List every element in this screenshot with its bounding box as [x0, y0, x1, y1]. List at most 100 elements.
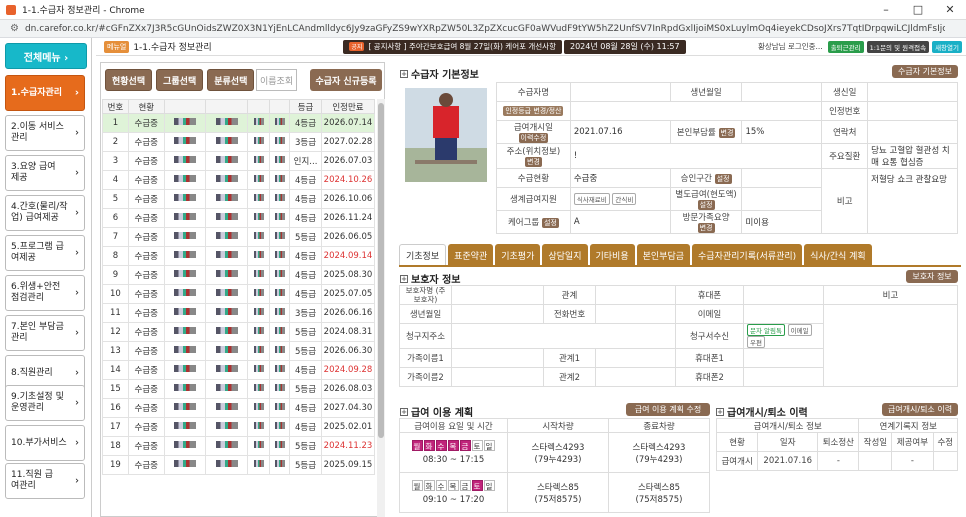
table-row[interactable]: 12 수급중 5등급 2024.08.31 [102, 322, 376, 342]
special-set-button[interactable]: 설정 [697, 200, 715, 210]
table-row[interactable]: 13 수급중 5등급 2026.06.30 [102, 341, 376, 361]
day-toggle[interactable]: 수 [435, 480, 447, 491]
approve-set-button[interactable]: 설정 [714, 174, 732, 184]
new-window-button[interactable]: 새창열기 [932, 40, 962, 53]
tab-assessment[interactable]: 기초평가 [495, 244, 541, 266]
col-status: 현황 [127, 99, 165, 114]
sidebar-item-patient[interactable]: 1.수급자관리 › [5, 75, 85, 111]
table-row[interactable]: 19 수급중 5등급 2025.09.15 [102, 455, 376, 475]
tab-records[interactable]: 수급자관리기록(서류관리) [692, 244, 803, 266]
history-modify-button[interactable]: 이력수정 [518, 133, 549, 143]
list-scrollbar[interactable] [377, 99, 385, 517]
redacted-mark [274, 289, 285, 296]
detail-tabs: 기초정보 표준약관 기초평가 상담일지 기타비용 본인부담금 수급자관리기록(서… [399, 244, 872, 266]
meal-cost-button[interactable]: 식사재료비 [573, 193, 610, 205]
day-toggle[interactable]: 토 [471, 480, 483, 491]
table-row[interactable]: 6 수급중 4등급 2026.11.24 [102, 208, 376, 228]
manual-badge[interactable]: 메뉴얼 [104, 40, 130, 53]
sidebar-item-nursing[interactable]: 4.간호(물리/작업) 급여제공 › [5, 195, 85, 231]
day-toggle[interactable]: 일 [483, 480, 495, 491]
history-edit[interactable] [932, 451, 959, 471]
table-row[interactable]: 2 수급중 3등급 2027.02.28 [102, 132, 376, 152]
guardian-info-button[interactable]: 보호자 정보 [906, 270, 958, 283]
table-row[interactable]: 10 수급중 4등급 2025.07.05 [102, 284, 376, 304]
maximize-icon[interactable]: □ [902, 0, 934, 20]
site-info-icon[interactable]: ⚙ [10, 23, 19, 34]
sidebar-item-extra[interactable]: 10.부가서비스 › [5, 425, 85, 461]
scrollbar-thumb[interactable] [378, 103, 384, 438]
table-row[interactable]: 15 수급중 5등급 2026.08.03 [102, 379, 376, 399]
detail-panel: + 수급자 기본정보 수급자 기본정보 수급자명 생년월일 생신일 인정등급 변경… [396, 62, 962, 517]
cert-change-button[interactable]: 인정등급 변경/정산 [503, 106, 564, 116]
redacted-mark [215, 327, 238, 334]
group-filter-button[interactable]: 그룹선택 [156, 69, 204, 91]
snack-cost-button[interactable]: 간식비 [612, 193, 637, 205]
new-patient-button[interactable]: 수급자 신규등록 [310, 69, 382, 91]
tab-meal-plan[interactable]: 식사/간식 계획 [804, 244, 872, 266]
day-toggle[interactable]: 목 [447, 480, 459, 491]
table-row[interactable]: 9 수급중 4등급 2025.08.30 [102, 265, 376, 285]
sidebar-item-settings[interactable]: 9.기초설정 및 운영관리 › [5, 385, 85, 421]
day-toggle[interactable]: 일 [483, 440, 495, 451]
tab-copay[interactable]: 본인부담금 [636, 244, 691, 266]
day-toggle[interactable]: 수 [435, 440, 447, 451]
email-option[interactable]: 이메일 [787, 324, 812, 336]
table-row[interactable]: 16 수급중 4등급 2027.04.30 [102, 398, 376, 418]
family2-name-value [451, 367, 544, 387]
close-icon[interactable]: ✕ [934, 0, 966, 20]
plan-edit-button[interactable]: 급여 이용 계획 수정 [626, 403, 710, 416]
table-row[interactable]: 17 수급중 4등급 2025.02.01 [102, 417, 376, 437]
table-row[interactable]: 11 수급중 3등급 2026.06.16 [102, 303, 376, 323]
table-row[interactable]: 14 수급중 4등급 2024.09.28 [102, 360, 376, 380]
sidebar-item-transport[interactable]: 2.이동 서비스관리 › [5, 115, 85, 151]
support-button[interactable]: 1:1문의 및 원격접속 [866, 40, 930, 53]
category-filter-button[interactable]: 분류선택 [207, 69, 255, 91]
sidebar-item-care[interactable]: 3.요양 급여제공 › [5, 155, 85, 191]
table-row[interactable]: 1 수급중 4등급 2026.07.14 [102, 113, 376, 133]
day-toggle[interactable]: 목 [447, 440, 459, 451]
table-row[interactable]: 7 수급중 5등급 2026.06.05 [102, 227, 376, 247]
copay-change-button[interactable]: 변경 [718, 128, 736, 138]
sidebar-item-payroll[interactable]: 11.직원 급여관리 › [5, 463, 85, 499]
day-toggle[interactable]: 금 [459, 440, 471, 451]
table-row[interactable]: 4 수급중 4등급 2024.10.26 [102, 170, 376, 190]
post-option[interactable]: 우편 [747, 336, 765, 348]
addr-change-button[interactable]: 변경 [524, 157, 542, 167]
tab-consult[interactable]: 상담일지 [542, 244, 588, 266]
url-text[interactable]: dn.carefor.co.kr/#cGFnZXx7J3R5cGUnOidsZW… [25, 24, 945, 34]
table-row[interactable]: 3 수급중 인지... 2026.07.03 [102, 151, 376, 171]
address-bar[interactable]: ⚙ dn.carefor.co.kr/#cGFnZXx7J3R5cGUnOids… [0, 20, 966, 38]
all-menu-button[interactable]: 전체메뉴 › [5, 43, 87, 69]
day-toggle[interactable]: 월 [411, 480, 423, 491]
table-row[interactable]: 18 수급중 5등급 2024.11.23 [102, 436, 376, 456]
redacted-mark [215, 289, 238, 296]
day-toggle[interactable]: 화 [423, 440, 435, 451]
attendance-button[interactable]: 출퇴근관리 [827, 40, 864, 53]
plus-icon: + [400, 274, 408, 283]
name-search-input[interactable]: 이름조회 [256, 69, 297, 91]
tab-other-cost[interactable]: 기타비용 [589, 244, 635, 266]
sms-option[interactable]: 문자 알림톡 [747, 324, 785, 336]
history-button[interactable]: 급여개시/퇴소 이력 [882, 403, 958, 416]
table-row[interactable]: 8 수급중 4등급 2024.09.14 [102, 246, 376, 266]
notice-banner[interactable]: 공지[ 공지사항 ] 주야간보호급여 8월 27일(화) 케어포 개선사항 [343, 39, 562, 54]
day-toggle[interactable]: 화 [423, 480, 435, 491]
status-filter-button[interactable]: 현황선택 [105, 69, 153, 91]
sidebar-item-hygiene[interactable]: 6.위생+안전 점검관리 › [5, 275, 85, 311]
day-toggle[interactable]: 토 [471, 440, 483, 451]
tab-basic[interactable]: 기초정보 [399, 244, 447, 266]
sidebar-item-copay[interactable]: 7.본인 부담금관리 › [5, 315, 85, 351]
day-toggle[interactable]: 월 [411, 440, 423, 451]
basic-info-button[interactable]: 수급자 기본정보 [892, 65, 958, 78]
day-toggle[interactable]: 금 [459, 480, 471, 491]
visit-change-button[interactable]: 변경 [697, 223, 715, 233]
user-status: 황상남님 로그인중... [757, 42, 823, 51]
group-set-button[interactable]: 설정 [541, 218, 559, 228]
row-age [269, 284, 291, 304]
minimize-icon[interactable]: – [870, 0, 902, 20]
tab-terms[interactable]: 표준약관 [448, 244, 494, 266]
row-grade: 4등급 [289, 170, 322, 190]
sidebar-item-program[interactable]: 5.프로그램 급여제공 › [5, 235, 85, 271]
row-age [269, 113, 291, 133]
table-row[interactable]: 5 수급중 4등급 2026.10.06 [102, 189, 376, 209]
